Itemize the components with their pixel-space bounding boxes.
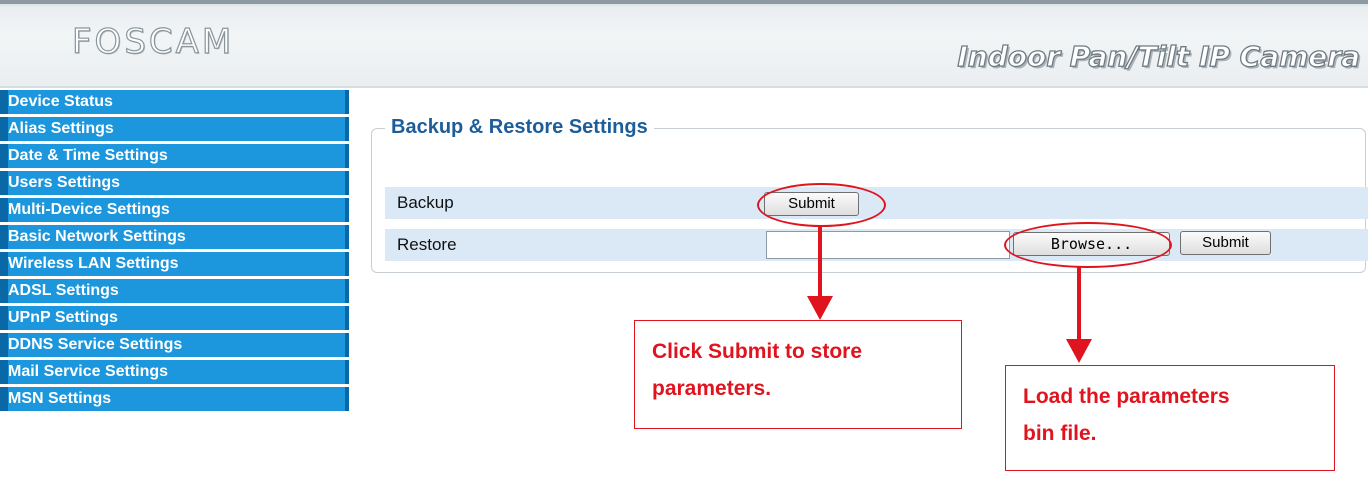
sidebar-item-date-time-settings[interactable]: Date & Time Settings xyxy=(0,144,349,168)
sidebar-item-multi-device-settings[interactable]: Multi-Device Settings xyxy=(0,198,349,222)
backup-label: Backup xyxy=(397,193,454,212)
submit-highlight-ellipse xyxy=(757,183,886,227)
restore-submit-button[interactable]: Submit xyxy=(1180,231,1271,255)
panel-title: Backup & Restore Settings xyxy=(385,116,654,139)
sidebar-item-adsl-settings[interactable]: ADSL Settings xyxy=(0,279,349,303)
submit-arrow-head xyxy=(807,296,833,320)
submit-callout-line-1: Click Submit to store xyxy=(652,340,863,363)
restore-file-field[interactable] xyxy=(766,231,1010,259)
sidebar-item-mail-service-settings[interactable]: Mail Service Settings xyxy=(0,360,349,384)
submit-callout-line-2: parameters. xyxy=(652,377,772,400)
browse-callout-line-1: Load the parameters xyxy=(1023,385,1230,408)
sidebar-item-ddns-service-settings[interactable]: DDNS Service Settings xyxy=(0,333,349,357)
sidebar-item-device-status[interactable]: Device Status xyxy=(0,90,349,114)
sidebar-item-users-settings[interactable]: Users Settings xyxy=(0,171,349,195)
sidebar-nav: Device Status Alias Settings Date & Time… xyxy=(0,90,349,414)
sidebar-item-wireless-lan-settings[interactable]: Wireless LAN Settings xyxy=(0,252,349,276)
sidebar-item-basic-network-settings[interactable]: Basic Network Settings xyxy=(0,225,349,249)
browse-callout: Load the parameters bin file. xyxy=(1005,365,1335,471)
sidebar-item-upnp-settings[interactable]: UPnP Settings xyxy=(0,306,349,330)
submit-callout: Click Submit to store parameters. xyxy=(634,320,962,429)
browse-arrow-head xyxy=(1066,339,1092,363)
sidebar-item-msn-settings[interactable]: MSN Settings xyxy=(0,387,349,411)
foscam-logo: FOSCAM xyxy=(71,21,235,62)
browse-arrow-line xyxy=(1077,266,1081,342)
page-header: FOSCAM Indoor Pan/Tilt IP Camera xyxy=(0,0,1368,88)
browse-highlight-ellipse xyxy=(1004,222,1172,268)
restore-label: Restore xyxy=(397,235,457,254)
browse-callout-line-2: bin file. xyxy=(1023,422,1097,445)
header-top-line xyxy=(0,0,1368,4)
sidebar-item-alias-settings[interactable]: Alias Settings xyxy=(0,117,349,141)
product-title: Indoor Pan/Tilt IP Camera xyxy=(957,39,1361,73)
submit-arrow-line xyxy=(818,227,822,299)
header-divider xyxy=(0,86,1368,88)
